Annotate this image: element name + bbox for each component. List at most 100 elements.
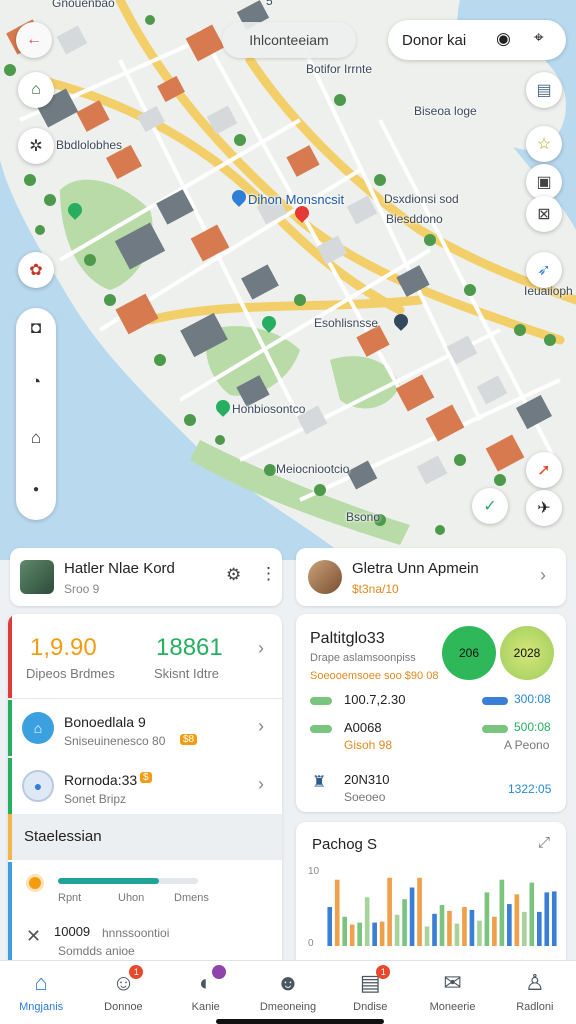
chart-bar [372,922,377,946]
frame-icon: ▣ [536,174,552,191]
top-title-pill[interactable]: Ihlconteeiam [222,22,356,58]
top-title-text: Ihlconteeiam [249,32,329,48]
compass-button[interactable]: ➶ [526,252,562,288]
frame-button[interactable]: ▣ [526,164,562,200]
more-vertical-icon[interactable]: ⋮ [260,564,277,584]
compass-needle-icon: ➶ [537,262,551,279]
flower-map-button[interactable]: ✿ [18,252,54,288]
nav-item-compass[interactable]: ◐ Kanie [170,961,242,1024]
list-item[interactable]: ⌂ Bonoedlala 9 Sniseuinenesco 80 $8 › [8,700,282,756]
camera-icon[interactable]: ◘ [16,318,56,338]
settings-map-button[interactable]: ✲ [18,128,54,164]
navigate-icon: ✈ [537,500,551,517]
list-item[interactable]: ● Rornoda:33 Sonet Bripz $ › [8,758,282,814]
nav-item-document[interactable]: ▤ 1 Dndise [334,961,406,1024]
bottom-navigation: ⌂ Mngjanis ☺ 1 Donnoe ◐ Kanie ☻ Dmeoneing ▤ 1 Dndis… [0,960,576,1024]
chart-bar [507,904,512,946]
grid-button[interactable]: ⊠ [526,196,562,232]
section-title: Staelessian [24,828,102,845]
chart-bar [424,926,430,946]
user-card[interactable]: Hatler Nlae Kord Sroo 9 ⚙ ⋮ [10,548,282,606]
profile-name: Gletra Unn Apmein [352,560,479,577]
list-item[interactable]: ✕ 10009 hnnssoontioi Somdds anioe [8,916,282,960]
notification-badge [211,965,226,979]
building-icon: ♜ [312,774,327,791]
map-label-top-left: Gnouenbao [52,0,115,10]
profile-sub: $t3na/10 [352,582,399,596]
house-outline-icon[interactable]: ⌂ [16,428,56,448]
stat-left-label: Dipeos Brdmes [26,666,115,681]
back-button[interactable]: ← [16,22,52,58]
star-button[interactable]: ☆ [526,126,562,162]
metric-circle-green: 206 [442,626,496,680]
metric-row-value: A0068 [344,720,382,735]
list-item-sub: Somdds anioe [58,944,135,958]
map-view[interactable]: Gnouenbao 5 Dihon Monsncsit Botifor Irrn… [0,0,576,560]
metrics-subtitle: Drape aslamsoonpiss [310,652,416,664]
metric-bar-icon [310,725,332,733]
metric-row-right-sub: A Peono [504,738,550,752]
flower-icon: ✿ [29,262,43,279]
list-item-suffix: hnnssoontioi [102,926,170,940]
chart-bar [462,907,467,946]
chart-bar [499,879,505,946]
route-button[interactable]: ➚ [526,452,562,488]
map-toolbar: ◘ ◔ ⌂ ● [16,308,56,520]
chart-bar [522,911,527,946]
metric-bar-icon [482,725,508,733]
chart-bar [402,899,407,946]
chart-bar [447,910,452,946]
nav-item-user[interactable]: ☺ 1 Donnoe [87,961,159,1024]
chart-bar [394,914,400,946]
clock-icon[interactable]: ◔ [16,372,56,392]
person-icon: ☻ [276,970,300,995]
map-canvas [0,0,576,560]
progress-row: Rpnt Uhon Dmens [8,862,282,960]
map-label-lower-mid: Meiocniootcio [276,462,350,476]
check-button[interactable]: ✓ [472,488,508,524]
layers-button[interactable]: ▤ [526,72,562,108]
gear-icon[interactable]: ⚙ [226,565,241,585]
nav-item-profile[interactable]: ♙ Radloni [499,961,571,1024]
map-label-south: Bsono [346,510,381,524]
notification-badge: 1 [129,965,144,979]
stat-right-value: 18861 [156,634,223,661]
eye-icon[interactable]: ◉ [496,29,511,49]
chevron-right-icon: › [258,716,264,736]
expand-icon[interactable]: ⤢ [538,834,550,851]
location-icon[interactable]: ⌖ [534,28,544,48]
stat-right-label: Skisnt Idtre [154,666,220,681]
home-icon: ⌂ [34,970,48,995]
metrics-title: Paltitglo33 [310,630,385,647]
chart-bar [364,897,370,946]
search-pill[interactable]: Donor kai ◉ ⌖ [388,20,566,60]
route-icon: ➚ [537,462,551,479]
metrics-card[interactable]: Paltitglo33 Drape aslamsoonpiss Soeooems… [296,614,566,812]
list-item-title: Rornoda:33 [64,772,138,788]
chart-bar [529,882,535,946]
navigate-button[interactable]: ✈ [526,490,562,526]
user-avatar [20,560,54,594]
progress-fill [58,878,159,884]
nav-item-person[interactable]: ☻ Dmeoneing [252,961,324,1024]
mail-icon: ✉ [443,970,462,995]
chevron-right-icon[interactable]: › [258,638,264,659]
chart-bar [387,877,392,946]
chart-bar [342,916,348,946]
home-map-button[interactable]: ⌂ [18,72,54,108]
star-icon: ☆ [536,136,552,153]
nav-item-home[interactable]: ⌂ Mngjanis [5,961,77,1024]
close-icon[interactable]: ✕ [26,926,41,947]
chart-bar [514,894,520,946]
chart-plot: 10 0 [308,866,557,949]
user-sub: Sroo 9 [64,582,100,596]
chart-bar [544,892,550,946]
chart-bar [432,913,437,946]
chart-bar [477,920,482,946]
nav-item-mail[interactable]: ✉ Moneerie [417,961,489,1024]
back-arrow-icon: ← [26,31,42,48]
profile-card[interactable]: Gletra Unn Apmein $t3na/10 › [296,548,566,606]
dot-icon[interactable]: ● [16,484,56,495]
metric-row-value: 100.7,2.30 [344,692,406,707]
progress-label: Dmens [174,892,209,904]
